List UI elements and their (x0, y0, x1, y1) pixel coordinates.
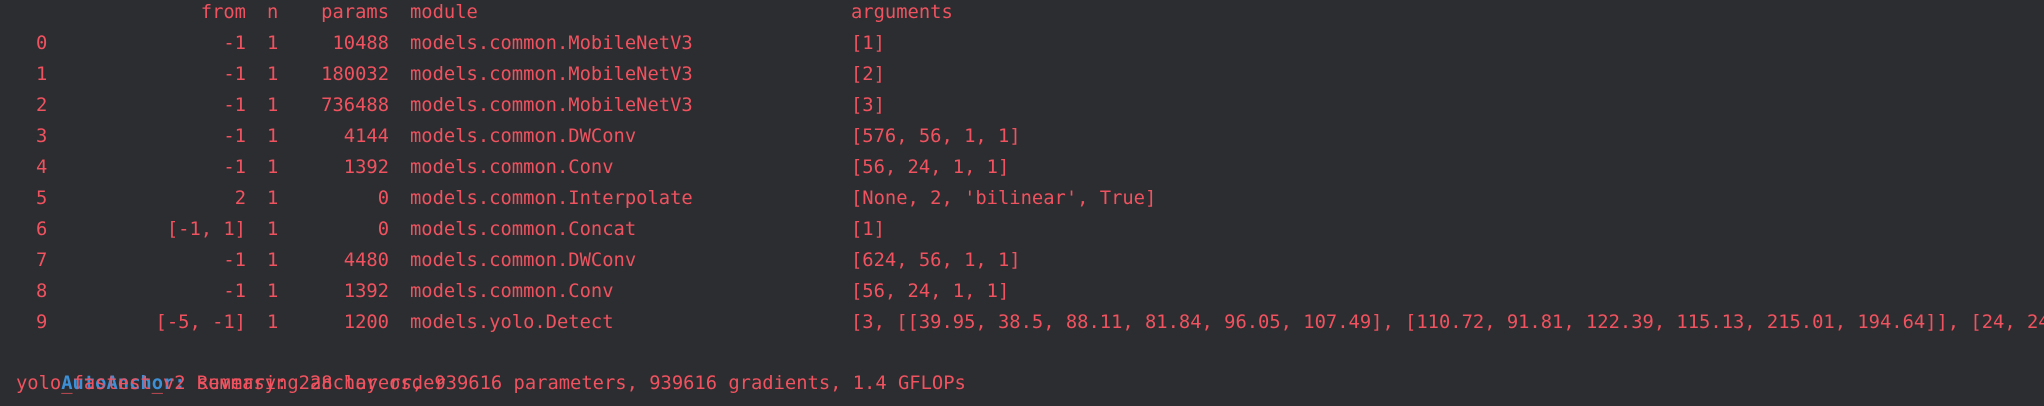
table-row: 7 -1 1 4480 models.common.DWConv [624, 56, 1,… (0, 245, 2044, 276)
autoanchor-line: AutoAnchor: Reversing anchor order (16, 337, 445, 394)
row-n: 1 (267, 281, 279, 302)
row-arguments: [1] (851, 219, 885, 240)
row-from: [-1, 1] (166, 219, 246, 240)
row-arguments: [2] (851, 64, 885, 85)
table-row: 6 [-1, 1] 1 0 models.common.Concat [1] (0, 214, 2044, 245)
row-index: 6 (36, 219, 48, 240)
row-n: 1 (267, 250, 279, 271)
table-row: 0 -1 1 10488 models.common.MobileNetV3 [1] (0, 28, 2044, 59)
row-params: 0 (377, 219, 389, 240)
row-params: 1200 (343, 312, 389, 333)
header-module: module (410, 2, 478, 23)
row-from: 2 (234, 188, 246, 209)
row-arguments: [624, 56, 1, 1] (851, 250, 1021, 271)
row-from: -1 (223, 95, 246, 116)
row-module: models.common.DWConv (410, 250, 637, 271)
table-header: from n params module arguments (0, 0, 2044, 28)
table-row: 4 -1 1 1392 models.common.Conv [56, 24, 1, 1] (0, 152, 2044, 183)
row-module: models.common.DWConv (410, 126, 637, 147)
row-arguments: [56, 24, 1, 1] (851, 281, 1010, 302)
row-arguments: [1] (851, 33, 885, 54)
row-params: 0 (377, 188, 389, 209)
table-row: 9 [-5, -1] 1 1200 models.yolo.Detect [3, [[39… (0, 307, 2044, 338)
row-params: 10488 (332, 33, 389, 54)
table-row: 2 -1 1 736488 models.common.MobileNetV3 [3] (0, 90, 2044, 121)
summary-line: yolo_fastest_v2 summary: 228 layers, 939… (16, 373, 966, 394)
row-module: models.common.MobileNetV3 (410, 64, 693, 85)
header-from: from (200, 2, 246, 23)
row-from: -1 (223, 250, 246, 271)
row-index: 4 (36, 157, 48, 178)
row-module: models.yolo.Detect (410, 312, 614, 333)
table-row: 3 -1 1 4144 models.common.DWConv [576, 56, 1,… (0, 121, 2044, 152)
row-module: models.common.Interpolate (410, 188, 693, 209)
row-params: 736488 (321, 95, 389, 116)
row-n: 1 (267, 312, 279, 333)
row-n: 1 (267, 33, 279, 54)
row-index: 7 (36, 250, 48, 271)
table-row: 8 -1 1 1392 models.common.Conv [56, 24, 1, 1] (0, 276, 2044, 307)
row-from: [-5, -1] (155, 312, 246, 333)
row-from: -1 (223, 33, 246, 54)
row-module: models.common.MobileNetV3 (410, 95, 693, 116)
row-module: models.common.Conv (410, 157, 614, 178)
row-n: 1 (267, 126, 279, 147)
row-params: 4144 (343, 126, 389, 147)
row-arguments: [3] (851, 95, 885, 116)
row-n: 1 (267, 64, 279, 85)
console-output: from n params module arguments 0 -1 1 10488… (0, 0, 2044, 406)
header-params: params (321, 2, 389, 23)
row-n: 1 (267, 219, 279, 240)
row-arguments: [None, 2, 'bilinear', True] (851, 188, 1157, 209)
table-row: 1 -1 1 180032 models.common.MobileNetV3 [2] (0, 59, 2044, 90)
row-from: -1 (223, 64, 246, 85)
row-index: 1 (36, 64, 48, 85)
row-index: 8 (36, 281, 48, 302)
row-module: models.common.Conv (410, 281, 614, 302)
row-arguments: [56, 24, 1, 1] (851, 157, 1010, 178)
row-from: -1 (223, 157, 246, 178)
row-from: -1 (223, 126, 246, 147)
row-params: 4480 (343, 250, 389, 271)
row-index: 3 (36, 126, 48, 147)
row-index: 2 (36, 95, 48, 116)
row-params: 1392 (343, 281, 389, 302)
row-n: 1 (267, 157, 279, 178)
table-row: 5 2 1 0 models.common.Interpolate [None, 2, '… (0, 183, 2044, 214)
row-index: 5 (36, 188, 48, 209)
row-index: 9 (36, 312, 48, 333)
row-n: 1 (267, 95, 279, 116)
row-params: 1392 (343, 157, 389, 178)
row-params: 180032 (321, 64, 389, 85)
row-n: 1 (267, 188, 279, 209)
row-index: 0 (36, 33, 48, 54)
row-arguments: [3, [[39.95, 38.5, 88.11, 81.84, 96.05, … (851, 312, 2044, 333)
header-n: n (267, 2, 279, 23)
row-module: models.common.Concat (410, 219, 637, 240)
row-arguments: [576, 56, 1, 1] (851, 126, 1021, 147)
row-module: models.common.MobileNetV3 (410, 33, 693, 54)
row-from: -1 (223, 281, 246, 302)
header-arguments: arguments (851, 2, 953, 23)
